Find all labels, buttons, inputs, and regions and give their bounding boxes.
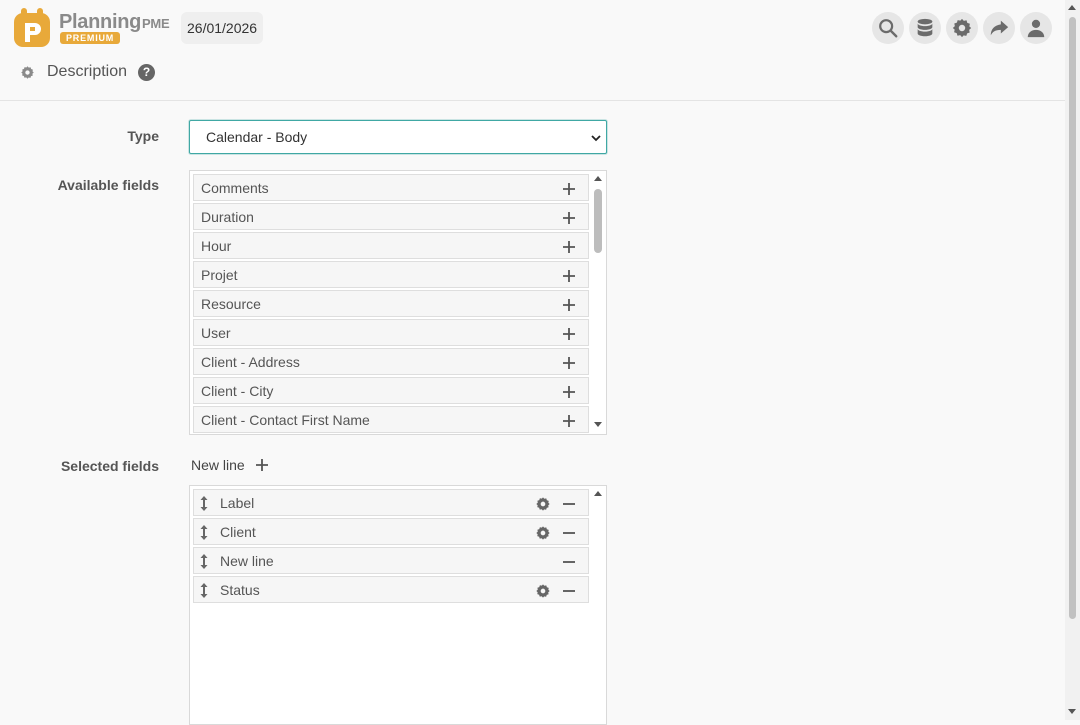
plus-icon[interactable] (562, 240, 576, 254)
plus-icon[interactable] (562, 385, 576, 399)
available-fields-scrollbar[interactable] (590, 171, 606, 434)
scroll-down-icon[interactable] (594, 422, 602, 427)
drag-handle-icon[interactable] (199, 582, 209, 599)
current-date[interactable]: 26/01/2026 (181, 12, 264, 44)
scroll-up-icon[interactable] (1068, 5, 1076, 10)
plus-icon[interactable] (562, 269, 576, 283)
selected-fields-scrollbar[interactable] (590, 486, 606, 724)
available-field-item[interactable]: Client - City (193, 377, 589, 404)
scroll-down-icon[interactable] (1068, 709, 1076, 714)
page-title: Description (47, 63, 128, 80)
drag-handle-icon[interactable] (199, 553, 209, 570)
scroll-thumb[interactable] (1069, 17, 1076, 619)
selected-fields-label: Selected fields (60, 458, 159, 474)
plus-icon[interactable] (562, 414, 576, 428)
field-label: Client (220, 524, 256, 540)
help-icon[interactable]: ? (138, 63, 156, 81)
plus-icon[interactable] (562, 182, 576, 196)
drag-handle-icon[interactable] (199, 495, 209, 512)
gear-icon[interactable] (535, 525, 551, 541)
selected-fields-items: Label Client New line Status (193, 489, 589, 605)
scroll-up-icon[interactable] (594, 491, 602, 496)
available-field-item[interactable]: Duration (193, 203, 589, 230)
logo-mark-icon (14, 8, 50, 47)
field-label: Duration (201, 209, 254, 225)
field-label: Comments (201, 180, 269, 196)
type-select[interactable]: Calendar - Body (189, 120, 607, 154)
minus-icon[interactable] (562, 584, 576, 598)
plus-icon[interactable] (562, 298, 576, 312)
plus-icon[interactable] (562, 356, 576, 370)
available-field-item[interactable]: Client - Contact First Name (193, 406, 589, 433)
logo-suffix: PME (142, 16, 170, 31)
field-label: Client - Contact First Name (201, 412, 370, 428)
scroll-up-icon[interactable] (594, 176, 602, 181)
logo-text: PlanningPME (59, 11, 170, 34)
available-fields-items: Comments Duration Hour Projet Resource User Cl… (193, 174, 589, 434)
field-label: Hour (201, 238, 232, 254)
app-logo[interactable]: PlanningPME PREMIUM (12, 8, 172, 50)
type-select-value: Calendar - Body (206, 129, 308, 145)
share-button[interactable] (983, 12, 1015, 44)
new-line-label: New line (191, 457, 245, 473)
field-label: Label (220, 495, 255, 511)
top-header: PlanningPME PREMIUM 26/01/2026 Descripti… (0, 0, 1065, 101)
field-label: User (201, 325, 231, 341)
field-label: Resource (201, 296, 261, 312)
available-field-item[interactable]: Projet (193, 261, 589, 288)
minus-icon[interactable] (562, 526, 576, 540)
selected-field-item[interactable]: Client (193, 518, 589, 545)
available-field-item[interactable]: Comments (193, 174, 589, 201)
description-header: Description ? (20, 60, 156, 84)
selected-field-item[interactable]: New line (193, 547, 589, 574)
database-icon (917, 18, 933, 37)
premium-badge: PREMIUM (60, 32, 121, 44)
field-label: New line (220, 553, 274, 569)
minus-icon[interactable] (562, 555, 576, 569)
chevron-down-icon (591, 135, 601, 142)
user-button[interactable] (1020, 12, 1052, 44)
available-field-item[interactable]: User (193, 319, 589, 346)
settings-button[interactable] (946, 12, 978, 44)
minus-icon[interactable] (562, 497, 576, 511)
search-button[interactable] (872, 12, 904, 44)
available-field-item[interactable]: Client - Address (193, 348, 589, 375)
share-icon (990, 20, 1009, 36)
drag-handle-icon[interactable] (199, 524, 209, 541)
selected-fields-list[interactable]: Label Client New line Status (189, 485, 607, 725)
available-fields-label: Available fields (57, 177, 159, 193)
type-label: Type (127, 128, 159, 144)
scroll-thumb[interactable] (594, 189, 602, 253)
available-field-item[interactable]: Hour (193, 232, 589, 259)
gear-icon[interactable] (20, 65, 35, 80)
database-button[interactable] (909, 12, 941, 44)
search-icon (879, 19, 898, 38)
plus-icon[interactable] (562, 327, 576, 341)
plus-icon[interactable] (562, 211, 576, 225)
add-new-line-button[interactable]: New line (191, 455, 269, 475)
field-label: Projet (201, 267, 238, 283)
field-label: Client - City (201, 383, 274, 399)
gear-icon[interactable] (535, 583, 551, 599)
field-label: Status (220, 582, 260, 598)
selected-field-item[interactable]: Label (193, 489, 589, 516)
plus-icon (255, 459, 268, 471)
gear-icon (952, 18, 972, 38)
gear-icon[interactable] (535, 496, 551, 512)
available-fields-list[interactable]: Comments Duration Hour Projet Resource User Cl… (189, 170, 607, 435)
available-field-item[interactable]: Resource (193, 290, 589, 317)
user-icon (1027, 19, 1045, 38)
selected-field-item[interactable]: Status (193, 576, 589, 603)
logo-name: Planning (59, 11, 142, 33)
page-scrollbar[interactable] (1065, 0, 1080, 720)
field-label: Client - Address (201, 354, 300, 370)
